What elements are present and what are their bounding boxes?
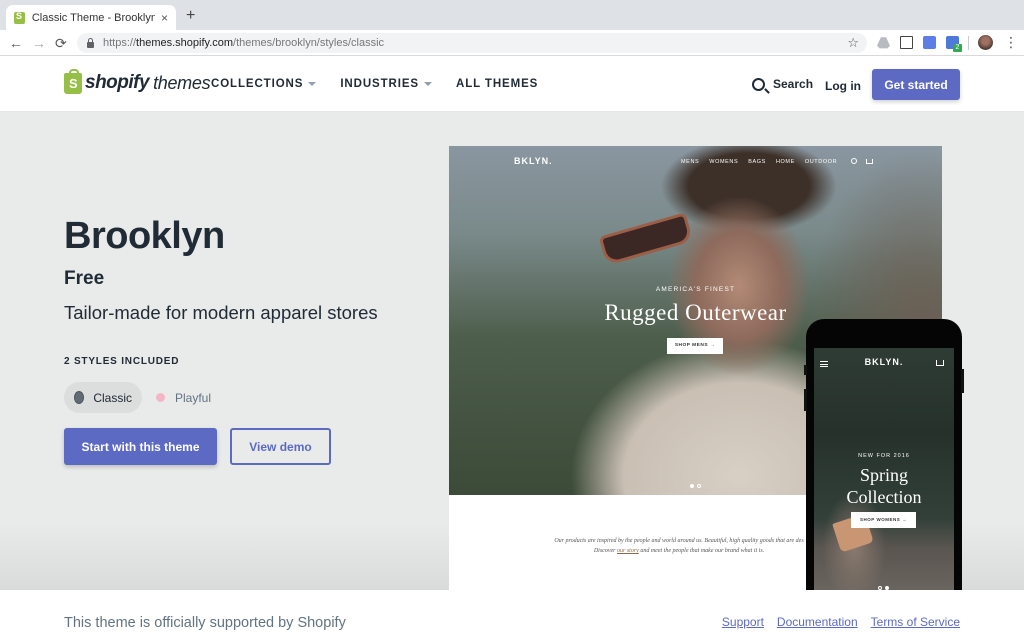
lock-icon[interactable]: [87, 37, 94, 48]
extension-badge: 2: [953, 44, 962, 52]
nav-all-themes-label: ALL THEMES: [455, 78, 539, 90]
search-label: Search: [773, 77, 814, 91]
browser-toolbar: ← → ⟳ https://themes.shopify.com/themes/…: [0, 30, 1024, 56]
preview-store-menu: MENS WOMENS BAGS HOME OUTDOOR: [681, 159, 837, 165]
login-link[interactable]: Log in: [825, 79, 861, 93]
chevron-down-icon: [423, 82, 432, 86]
phone-button: [804, 389, 807, 411]
style-option-classic[interactable]: Classic: [64, 382, 142, 413]
mobile-shop-womens-button: SHOP WOMENS →: [851, 512, 916, 528]
sunglasses-shape: [598, 212, 694, 266]
preview-menu-item: WOMENS: [709, 159, 739, 165]
classic-swatch-icon: [74, 391, 85, 404]
preview-menu-item: BAGS: [748, 159, 766, 165]
footer-links: Support Documentation Terms of Service: [722, 615, 960, 629]
url-text[interactable]: https://themes.shopify.com/themes/brookl…: [103, 37, 384, 49]
new-tab-button[interactable]: +: [186, 8, 195, 24]
mobile-preview[interactable]: BKLYN. NEW FOR 2016 Spring Collection SH…: [804, 319, 964, 609]
forward-arrow-icon[interactable]: →: [32, 34, 46, 52]
tag-extension-icon[interactable]: [923, 36, 936, 49]
main-nav: COLLECTIONS INDUSTRIES ALL THEMES: [211, 78, 538, 90]
preview-slide-dots: [690, 484, 701, 488]
support-note: This theme is officially supported by Sh…: [64, 615, 346, 631]
site-header: shopify themes COLLECTIONS INDUSTRIES AL…: [0, 57, 1024, 112]
preview-eyebrow: AMERICA'S FINEST: [655, 286, 736, 293]
get-started-button[interactable]: Get started: [872, 69, 960, 100]
preview-menu-item: MENS: [681, 159, 700, 165]
copy-text: Discover: [593, 548, 617, 554]
bookmark-star-icon[interactable]: ☆: [847, 35, 859, 51]
chevron-down-icon: [308, 82, 317, 86]
shopify-favicon-icon: [14, 11, 25, 24]
toolbar-divider: [968, 36, 969, 50]
nav-industries-label: INDUSTRIES: [340, 78, 419, 90]
url-host: themes.shopify.com: [136, 37, 234, 49]
preview-shop-mens-button: SHOP MENS →: [667, 338, 723, 354]
address-bar[interactable]: https://themes.shopify.com/themes/brookl…: [77, 33, 867, 53]
documentation-link[interactable]: Documentation: [777, 615, 858, 629]
search-button[interactable]: Search: [752, 77, 813, 91]
logo-subtitle: themes: [153, 72, 211, 93]
close-tab-icon[interactable]: ×: [161, 11, 168, 25]
browser-menu-icon[interactable]: ⋮: [1004, 34, 1018, 50]
phone-button: [961, 369, 964, 393]
nav-collections-label: COLLECTIONS: [211, 78, 304, 90]
tab-title: Classic Theme - Brooklyn Ecom: [31, 11, 155, 24]
theme-tagline: Tailor-made for modern apparel stores: [64, 302, 378, 323]
style-label-playful: Playful: [175, 390, 212, 405]
preview-store-nav: BKLYN. MENS WOMENS BAGS HOME OUTDOOR: [449, 156, 942, 170]
preview-search-icon: [851, 158, 857, 164]
slide-dot-active: [690, 484, 694, 488]
preview-menu-item: HOME: [775, 159, 795, 165]
url-scheme: https://: [103, 37, 137, 49]
nav-industries[interactable]: INDUSTRIES: [340, 78, 432, 90]
theme-price: Free: [64, 268, 105, 289]
mobile-headline: Spring Collection: [814, 464, 954, 508]
phone-button: [804, 365, 807, 375]
mobile-headline-line: Collection: [846, 487, 922, 507]
logo-wordmark: shopify: [85, 72, 150, 93]
support-link[interactable]: Support: [722, 615, 764, 629]
preview-store-logo: BKLYN.: [514, 156, 553, 166]
view-demo-button[interactable]: View demo: [230, 428, 331, 465]
style-label-classic: Classic: [93, 390, 132, 405]
terms-of-service-link[interactable]: Terms of Service: [871, 615, 960, 629]
back-arrow-icon[interactable]: ←: [9, 34, 23, 52]
slide-dot: [697, 484, 701, 488]
theme-footer: This theme is officially supported by Sh…: [0, 590, 1024, 640]
copy-text: and meet the people that make our brand …: [638, 548, 765, 554]
shopify-bag-icon: [64, 68, 82, 94]
preview-cart-icon: [866, 159, 873, 164]
shopify-themes-logo[interactable]: shopify themes: [64, 68, 211, 94]
our-story-link: our story: [617, 548, 639, 554]
style-option-playful[interactable]: Playful: [144, 382, 222, 413]
browser-tab-strip: Classic Theme - Brooklyn Ecom × +: [0, 0, 1024, 30]
nav-all-themes[interactable]: ALL THEMES: [456, 78, 538, 90]
nav-collections[interactable]: COLLECTIONS: [211, 78, 317, 90]
profile-avatar[interactable]: [978, 35, 993, 50]
theme-hero: Brooklyn Free Tailor-made for modern app…: [0, 112, 1024, 609]
google-drive-icon[interactable]: [877, 37, 890, 49]
mobile-store-logo: BKLYN.: [864, 357, 904, 367]
mobile-headline-line: Spring: [859, 465, 908, 485]
browser-tab[interactable]: Classic Theme - Brooklyn Ecom ×: [6, 5, 176, 30]
reload-icon[interactable]: ⟳: [55, 34, 67, 52]
preview-menu-item: OUTDOOR: [804, 159, 838, 165]
mobile-eyebrow: NEW FOR 2016: [858, 453, 910, 459]
screen-capture-icon[interactable]: [900, 36, 913, 49]
styles-heading: 2 STYLES INCLUDED: [64, 356, 180, 367]
url-path: /themes/brooklyn/styles/classic: [233, 37, 385, 49]
start-with-theme-button[interactable]: Start with this theme: [64, 428, 217, 465]
search-icon: [752, 77, 765, 91]
theme-title: Brooklyn: [64, 215, 225, 257]
mobile-screen: BKLYN. NEW FOR 2016 Spring Collection SH…: [814, 348, 954, 592]
playful-swatch-icon: [156, 393, 165, 402]
mobile-cart-icon: [936, 360, 944, 366]
